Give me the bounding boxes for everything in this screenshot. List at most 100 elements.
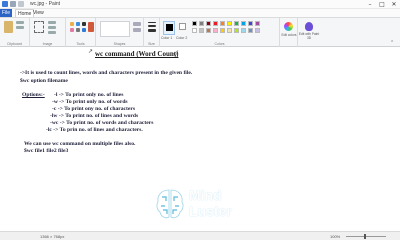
magnifier-icon[interactable] bbox=[82, 28, 86, 32]
color2-button[interactable] bbox=[178, 21, 188, 35]
option-line: -c -> To print ony no. of characters bbox=[52, 106, 136, 112]
file-tab[interactable]: File bbox=[0, 9, 12, 17]
resize-icon[interactable] bbox=[48, 26, 56, 29]
status-bar: 1366 × 768px 100% bbox=[0, 231, 400, 240]
palette-swatch[interactable] bbox=[234, 28, 239, 33]
paint-app-icon bbox=[2, 1, 8, 7]
palette-swatch[interactable] bbox=[199, 28, 204, 33]
ribbon: Clipboard Image Tools Shapes Size Color … bbox=[0, 17, 400, 47]
option-line: -lw -> To print no. of lines and words bbox=[50, 113, 139, 119]
intro-line: ->It is used to count lines, words and c… bbox=[20, 70, 193, 76]
copy-icon[interactable] bbox=[16, 26, 24, 29]
save-icon[interactable] bbox=[10, 1, 16, 7]
brain-logo-icon bbox=[156, 189, 184, 219]
menu-bar: File Home View bbox=[0, 9, 400, 17]
tab-view[interactable]: View bbox=[33, 9, 44, 17]
option-line: -lc -> To prin no. of lines and characte… bbox=[46, 127, 143, 133]
maximize-button[interactable]: □ bbox=[376, 0, 388, 9]
palette-swatch[interactable] bbox=[241, 21, 246, 26]
image-size-readout: 1366 × 768px bbox=[40, 234, 65, 239]
window-title: wc.jpg - Paint bbox=[30, 1, 61, 7]
size-line-2[interactable] bbox=[148, 25, 156, 27]
palette-swatch[interactable] bbox=[220, 28, 225, 33]
fill-icon[interactable] bbox=[76, 22, 80, 26]
palette-swatch[interactable] bbox=[213, 21, 218, 26]
multi-file-note: We can use wc command on multiple files … bbox=[24, 141, 136, 147]
crop-icon[interactable] bbox=[48, 21, 56, 24]
edit-colors-group: Edit colors bbox=[280, 18, 298, 47]
tools-group: Tools bbox=[66, 18, 96, 47]
minimize-button[interactable]: – bbox=[364, 0, 376, 9]
text-icon[interactable] bbox=[82, 22, 86, 26]
shapes-gallery[interactable] bbox=[100, 21, 130, 37]
palette-swatch[interactable] bbox=[206, 21, 211, 26]
paint3d-icon[interactable] bbox=[305, 22, 313, 31]
cut-icon[interactable] bbox=[16, 21, 24, 24]
color1-button[interactable] bbox=[163, 21, 175, 35]
color-picker-icon[interactable] bbox=[76, 28, 80, 32]
palette-swatch[interactable] bbox=[199, 21, 204, 26]
close-button[interactable]: ✕ bbox=[388, 0, 400, 9]
palette-swatch[interactable] bbox=[248, 21, 253, 26]
color1-label: Color 1 bbox=[161, 36, 173, 40]
palette-swatch[interactable] bbox=[213, 28, 218, 33]
syntax-line: $wc option filename bbox=[20, 78, 68, 84]
size-line-3[interactable] bbox=[148, 29, 156, 32]
eraser-icon[interactable] bbox=[70, 28, 74, 32]
document-heading: wc command (Word Count) bbox=[95, 50, 179, 58]
option-line: -l -> To print only no. of lines bbox=[54, 92, 124, 98]
zoom-slider-thumb[interactable] bbox=[364, 234, 366, 239]
palette-swatch[interactable] bbox=[227, 21, 232, 26]
paste-icon[interactable] bbox=[4, 21, 13, 33]
option-line: -wc -> To print no. of words and charact… bbox=[50, 120, 154, 126]
pencil-icon[interactable] bbox=[70, 22, 74, 26]
title-bar: wc.jpg - Paint – □ ✕ bbox=[0, 0, 400, 9]
colors-label: Colors bbox=[214, 42, 225, 46]
multi-file-example: $wc file1 file2 file3 bbox=[24, 148, 69, 154]
tools-label: Tools bbox=[76, 42, 85, 46]
select-icon[interactable] bbox=[34, 21, 44, 33]
shapes-group: Shapes bbox=[96, 18, 144, 47]
color2-swatch bbox=[179, 23, 186, 30]
option-line: -w -> To print only no. of words bbox=[52, 99, 128, 105]
image-group: Image bbox=[30, 18, 66, 47]
brushes-icon[interactable] bbox=[88, 22, 94, 32]
fill-shape-icon[interactable] bbox=[133, 28, 141, 32]
zoom-level: 100% bbox=[330, 234, 341, 239]
edit-colors-label: Edit colors bbox=[281, 33, 297, 37]
image-label: Image bbox=[42, 42, 53, 46]
options-label: Options:- bbox=[22, 92, 45, 98]
size-line-1[interactable] bbox=[148, 22, 156, 23]
palette-swatch[interactable] bbox=[234, 21, 239, 26]
size-group: Size bbox=[144, 18, 160, 47]
outline-icon[interactable] bbox=[133, 22, 141, 26]
palette-swatch[interactable] bbox=[241, 28, 246, 33]
shapes-label: Shapes bbox=[113, 42, 126, 46]
palette-swatch[interactable] bbox=[255, 28, 260, 33]
palette-swatch[interactable] bbox=[227, 28, 232, 33]
palette-swatch[interactable] bbox=[192, 28, 197, 33]
watermark-line-1: Mind bbox=[189, 187, 222, 203]
mindluster-watermark: Mind Luster bbox=[155, 186, 245, 222]
palette-swatch[interactable] bbox=[255, 21, 260, 26]
palette-swatch[interactable] bbox=[192, 21, 197, 26]
palette-swatch[interactable] bbox=[248, 28, 253, 33]
colors-group: Color 1 Color 2 Colors bbox=[160, 18, 280, 47]
color1-swatch bbox=[166, 24, 173, 31]
rotate-icon[interactable] bbox=[48, 31, 56, 34]
collapse-ribbon-icon[interactable]: ⌃ bbox=[390, 40, 394, 46]
watermark-line-2: Luster bbox=[189, 203, 232, 219]
edit-colors-icon[interactable] bbox=[284, 22, 293, 31]
palette-swatch[interactable] bbox=[206, 28, 211, 33]
palette-swatch[interactable] bbox=[220, 21, 225, 26]
clipboard-label: Clipboard bbox=[7, 42, 22, 46]
paint3d-group: Edit with Paint 3D bbox=[298, 18, 320, 47]
size-label: Size bbox=[148, 42, 155, 46]
clipboard-group: Clipboard bbox=[0, 18, 30, 47]
paint3d-label: Edit with Paint 3D bbox=[298, 32, 320, 40]
check-mark-icon: √ bbox=[173, 50, 179, 59]
cursor-mark-icon: ↗ bbox=[88, 48, 94, 55]
tab-home[interactable]: Home bbox=[15, 9, 35, 17]
undo-icon[interactable] bbox=[18, 1, 24, 7]
zoom-slider[interactable] bbox=[346, 236, 386, 237]
